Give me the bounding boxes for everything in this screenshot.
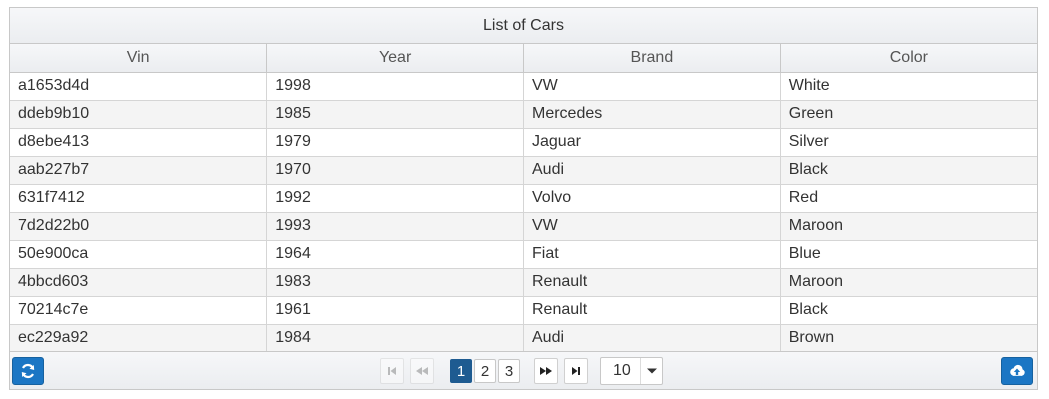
cell-vin: 50e900ca <box>10 240 268 269</box>
table-row[interactable]: d8ebe413 1979 Jaguar Silver <box>10 128 1037 157</box>
rows-per-page-value: 10 <box>613 362 631 379</box>
cell-brand: VW <box>523 212 781 241</box>
cell-vin: aab227b7 <box>10 156 268 185</box>
header-row: Vin Year Brand Color <box>10 44 1037 73</box>
table-row[interactable]: 50e900ca 1964 Fiat Blue <box>10 240 1037 269</box>
table-row[interactable]: 70214c7e 1961 Renault Black <box>10 296 1037 325</box>
page-button-2[interactable]: 2 <box>474 359 496 383</box>
pager: 1 2 3 10 <box>380 357 663 385</box>
cell-color: Red <box>780 184 1037 213</box>
cell-brand: Renault <box>523 296 781 325</box>
cell-color: Black <box>780 156 1037 185</box>
chevron-down-icon <box>646 368 657 374</box>
refresh-button[interactable] <box>12 357 44 385</box>
cell-year: 1970 <box>266 156 524 185</box>
column-header-year[interactable]: Year <box>266 44 524 73</box>
table-row[interactable]: a1653d4d 1998 VW White <box>10 72 1037 101</box>
column-header-color[interactable]: Color <box>780 44 1037 73</box>
page-button-3[interactable]: 3 <box>498 359 520 383</box>
cell-color: Black <box>780 296 1037 325</box>
cell-color: Silver <box>780 128 1037 157</box>
cell-year: 1961 <box>266 296 524 325</box>
cell-color: Brown <box>780 324 1037 353</box>
cell-brand: Fiat <box>523 240 781 269</box>
prev-page-button[interactable] <box>410 358 434 384</box>
cars-table: Vin Year Brand Color a1653d4d 1998 VW Wh… <box>10 44 1037 353</box>
cell-brand: Audi <box>523 156 781 185</box>
cell-year: 1993 <box>266 212 524 241</box>
cell-brand: VW <box>523 72 781 101</box>
cell-year: 1983 <box>266 268 524 297</box>
cell-vin: ec229a92 <box>10 324 268 353</box>
cell-brand: Jaguar <box>523 128 781 157</box>
table-row[interactable]: 7d2d22b0 1993 VW Maroon <box>10 212 1037 241</box>
cell-year: 1964 <box>266 240 524 269</box>
fast-forward-icon <box>540 367 552 375</box>
cell-year: 1979 <box>266 128 524 157</box>
cell-vin: 70214c7e <box>10 296 268 325</box>
cell-year: 1985 <box>266 100 524 129</box>
rewind-icon <box>416 367 428 375</box>
dropdown-trigger[interactable] <box>640 358 662 384</box>
export-button[interactable] <box>1001 357 1033 385</box>
cloud-upload-icon <box>1010 364 1025 376</box>
cell-color: Blue <box>780 240 1037 269</box>
table-row[interactable]: ddeb9b10 1985 Mercedes Green <box>10 100 1037 129</box>
table-row[interactable]: ec229a92 1984 Audi Brown <box>10 324 1037 353</box>
cell-brand: Audi <box>523 324 781 353</box>
cell-brand: Volvo <box>523 184 781 213</box>
column-header-vin[interactable]: Vin <box>10 44 268 73</box>
page-button-1[interactable]: 1 <box>450 359 472 383</box>
cell-year: 1992 <box>266 184 524 213</box>
cell-year: 1984 <box>266 324 524 353</box>
cell-brand: Renault <box>523 268 781 297</box>
column-header-brand[interactable]: Brand <box>523 44 781 73</box>
cell-color: Maroon <box>780 212 1037 241</box>
next-page-button[interactable] <box>534 358 558 384</box>
cell-brand: Mercedes <box>523 100 781 129</box>
cell-vin: 7d2d22b0 <box>10 212 268 241</box>
table-row[interactable]: aab227b7 1970 Audi Black <box>10 156 1037 185</box>
cell-color: Green <box>780 100 1037 129</box>
table-row[interactable]: 631f7412 1992 Volvo Red <box>10 184 1037 213</box>
table-row[interactable]: 4bbcd603 1983 Renault Maroon <box>10 268 1037 297</box>
cell-color: White <box>780 72 1037 101</box>
cell-vin: a1653d4d <box>10 72 268 101</box>
first-page-icon <box>388 367 396 375</box>
last-page-button[interactable] <box>564 358 588 384</box>
cell-vin: d8ebe413 <box>10 128 268 157</box>
last-page-icon <box>572 367 580 375</box>
table-caption: List of Cars <box>10 8 1037 44</box>
cell-year: 1998 <box>266 72 524 101</box>
data-table: List of Cars Vin Year Brand Color a1653d… <box>9 7 1038 390</box>
cell-vin: 631f7412 <box>10 184 268 213</box>
cell-vin: 4bbcd603 <box>10 268 268 297</box>
cell-vin: ddeb9b10 <box>10 100 268 129</box>
refresh-icon <box>21 363 35 379</box>
paginator: 1 2 3 10 <box>10 351 1037 389</box>
cell-color: Maroon <box>780 268 1037 297</box>
first-page-button[interactable] <box>380 358 404 384</box>
rows-per-page-dropdown[interactable]: 10 <box>600 357 663 385</box>
